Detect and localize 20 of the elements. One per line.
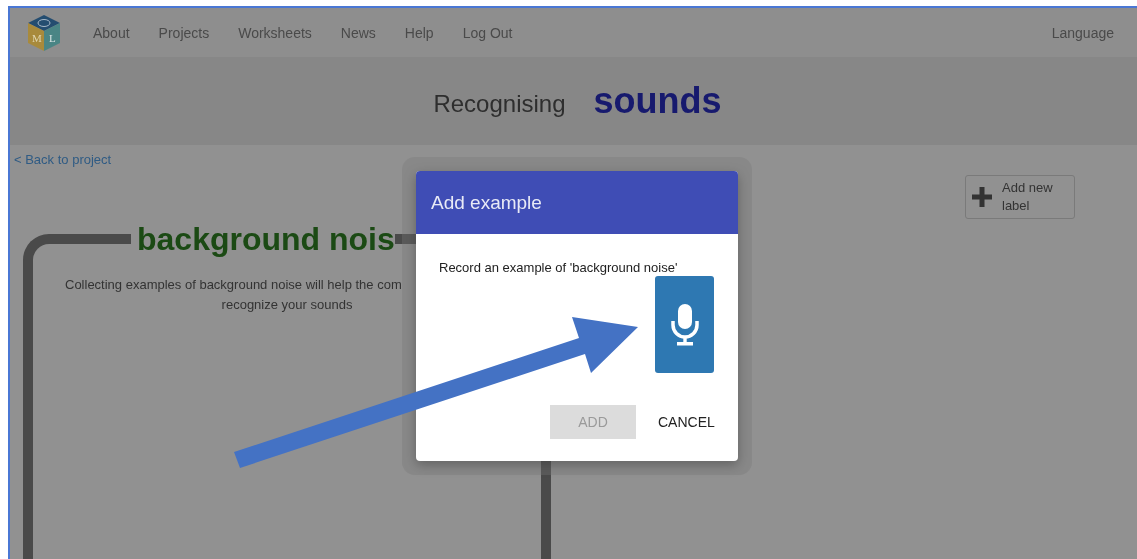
- record-button[interactable]: [655, 276, 714, 373]
- nav-link[interactable]: News: [340, 24, 376, 41]
- dialog-prompt: Record an example of 'background noise': [439, 260, 679, 275]
- nav-link[interactable]: Projects: [158, 24, 210, 41]
- nav-link[interactable]: About: [93, 24, 130, 41]
- back-link[interactable]: < Back to project: [14, 152, 551, 167]
- page-title: Recognising: [433, 90, 566, 118]
- nav-link[interactable]: Worksheets: [238, 24, 312, 41]
- language-link[interactable]: Language: [1051, 24, 1114, 41]
- label-heading: background nois: [136, 221, 395, 257]
- card-description: Collecting examples of background noise will help the com: [65, 277, 403, 292]
- dialog-title: Add example: [416, 171, 738, 234]
- nav-link[interactable]: Help: [404, 24, 434, 41]
- card-description: recognize your sounds: [220, 297, 354, 312]
- add-label-button[interactable]: Add new label: [965, 175, 1075, 219]
- microphone-icon: [669, 302, 700, 347]
- dialog-button[interactable]: CANCEL: [658, 405, 715, 439]
- nav-link[interactable]: Log Out: [462, 24, 513, 41]
- plus-icon: [972, 187, 992, 207]
- project-type-title: sounds: [593, 80, 722, 122]
